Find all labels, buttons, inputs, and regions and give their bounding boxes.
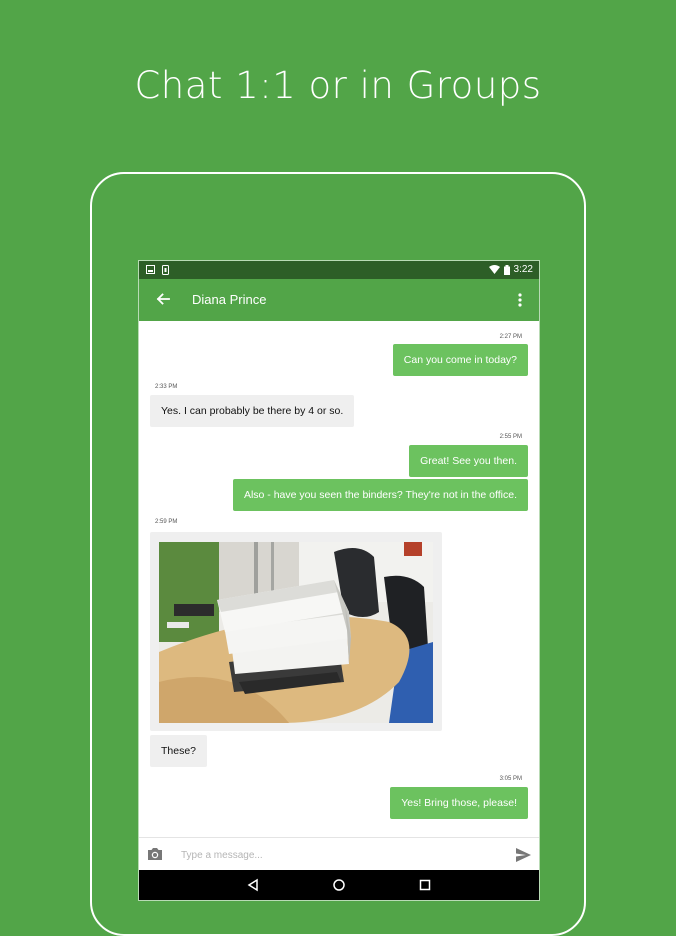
triangle-back-icon[interactable] (246, 878, 260, 892)
send-icon[interactable] (516, 848, 531, 862)
wifi-icon (488, 265, 500, 274)
status-bar: 3:22 (139, 261, 539, 279)
outgoing-message-bubble[interactable]: Great! See you then. (409, 445, 528, 477)
message-input[interactable] (179, 844, 503, 866)
incoming-image-bubble[interactable] (150, 532, 442, 731)
status-time: 3:22 (513, 264, 533, 275)
incoming-message-bubble[interactable]: These? (150, 735, 208, 767)
binders-photo-image (159, 542, 433, 723)
message-timestamp: 3:05 PM (499, 776, 522, 782)
message-composer (139, 837, 539, 871)
headline: Chat 1:1 or in Groups (134, 64, 542, 107)
outgoing-message-bubble[interactable]: Can you come in today? (392, 344, 528, 376)
outgoing-message-bubble[interactable]: Also - have you seen the binders? They'r… (232, 479, 528, 511)
back-arrow-icon[interactable] (153, 289, 173, 309)
incoming-message-bubble[interactable]: Yes. I can probably be there by 4 or so. (150, 395, 355, 427)
image-notification-icon (146, 265, 155, 274)
system-navigation-bar (139, 870, 539, 900)
camera-icon[interactable] (147, 847, 163, 861)
app-bar: Diana Prince (139, 279, 539, 321)
conversation-title: Diana Prince (192, 292, 267, 307)
circle-home-icon[interactable] (332, 878, 346, 892)
battery-icon (503, 264, 510, 275)
message-timestamp: 2:33 PM (155, 384, 178, 390)
message-timestamp: 2:27 PM (499, 334, 522, 340)
binders-photo[interactable] (159, 542, 433, 723)
more-vert-icon[interactable] (515, 290, 525, 310)
device-screen: 3:22 Diana Prince 2:27 PM Can you come i… (139, 261, 539, 900)
square-recents-icon[interactable] (418, 878, 432, 892)
outgoing-message-bubble[interactable]: Yes! Bring those, please! (390, 787, 528, 819)
message-list[interactable]: 2:27 PM Can you come in today? 2:33 PM Y… (139, 321, 539, 837)
message-timestamp: 2:59 PM (155, 519, 178, 525)
phone-notification-icon (162, 265, 169, 275)
message-timestamp: 2:55 PM (499, 434, 522, 440)
